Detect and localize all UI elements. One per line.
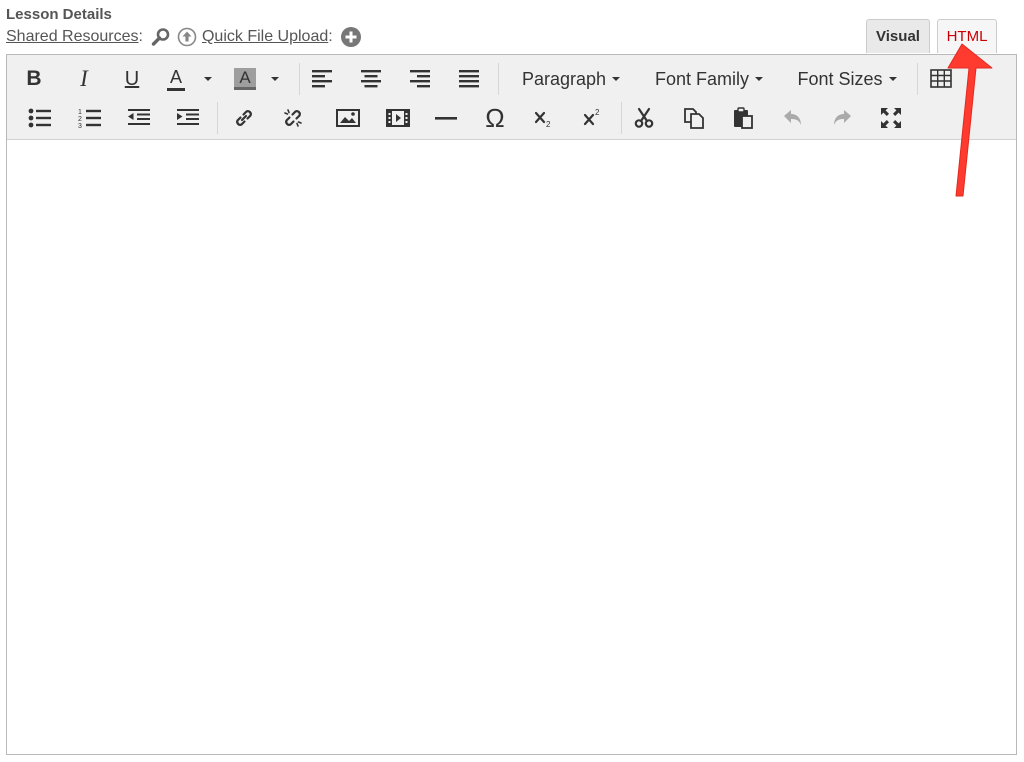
subscript-button[interactable]: 2 bbox=[529, 102, 559, 134]
fullscreen-icon bbox=[881, 108, 901, 128]
italic-button[interactable]: I bbox=[69, 63, 99, 95]
caret-down-icon bbox=[755, 77, 764, 81]
paragraph-dropdown[interactable]: Paragraph bbox=[512, 63, 630, 95]
numbered-list-icon: 1 2 3 bbox=[78, 109, 101, 128]
redo-icon bbox=[834, 110, 851, 125]
paste-icon bbox=[734, 107, 753, 129]
toolbar-separator bbox=[299, 63, 300, 95]
numbered-list-button[interactable]: 1 2 3 bbox=[75, 102, 105, 134]
align-left-button[interactable] bbox=[307, 63, 337, 95]
align-justify-button[interactable] bbox=[454, 63, 484, 95]
svg-text:1: 1 bbox=[78, 109, 82, 116]
video-icon bbox=[386, 109, 410, 127]
search-icon[interactable] bbox=[150, 26, 172, 48]
paste-button[interactable] bbox=[728, 102, 758, 134]
table-button[interactable] bbox=[927, 63, 955, 95]
table-icon bbox=[930, 69, 952, 88]
shared-resources-link[interactable]: Shared Resources bbox=[6, 28, 139, 46]
align-left-icon bbox=[312, 70, 332, 88]
undo-button[interactable] bbox=[778, 102, 808, 134]
caret-down-icon bbox=[612, 77, 621, 81]
svg-text:2: 2 bbox=[595, 108, 600, 117]
link-icon bbox=[236, 110, 252, 126]
bullet-list-button[interactable] bbox=[25, 102, 55, 134]
redo-button[interactable] bbox=[827, 102, 857, 134]
font-sizes-dropdown[interactable]: Font Sizes bbox=[785, 63, 909, 95]
font-family-dropdown[interactable]: Font Family bbox=[643, 63, 775, 95]
svg-text:2: 2 bbox=[78, 116, 82, 123]
toolbar-row-2: 1 2 3 Ω 2 2 bbox=[7, 98, 1016, 138]
text-color-button[interactable]: A bbox=[162, 63, 190, 95]
align-justify-icon bbox=[459, 70, 479, 88]
align-center-icon bbox=[361, 70, 381, 88]
subscript-icon: 2 bbox=[534, 111, 551, 129]
text-color-swatch bbox=[167, 87, 185, 91]
bullet-list-icon bbox=[28, 108, 51, 128]
section-title: Lesson Details bbox=[6, 6, 112, 23]
horizontal-rule-icon bbox=[435, 117, 457, 120]
scissors-icon bbox=[634, 107, 654, 128]
resource-links: Shared Resources : Quick File Upload : bbox=[6, 26, 366, 48]
tab-visual[interactable]: Visual bbox=[866, 19, 930, 53]
font-family-label: Font Family bbox=[654, 68, 750, 89]
text-color-letter: A bbox=[169, 66, 182, 87]
indent-icon bbox=[177, 109, 199, 125]
paragraph-label: Paragraph bbox=[521, 68, 607, 89]
special-character-button[interactable]: Ω bbox=[480, 102, 510, 134]
copy-button[interactable] bbox=[679, 102, 709, 134]
toolbar-separator bbox=[621, 102, 622, 134]
background-color-letter: A bbox=[234, 68, 256, 90]
text-color-dropdown[interactable] bbox=[200, 63, 216, 95]
quick-file-upload-link[interactable]: Quick File Upload bbox=[202, 28, 328, 46]
horizontal-rule-button[interactable] bbox=[431, 102, 461, 134]
insert-video-button[interactable] bbox=[383, 102, 413, 134]
insert-link-button[interactable] bbox=[229, 102, 259, 134]
insert-image-button[interactable] bbox=[333, 102, 363, 134]
toolbar-separator bbox=[498, 63, 499, 95]
editor-content-area[interactable] bbox=[7, 140, 1016, 754]
bold-button[interactable]: B bbox=[19, 63, 49, 95]
align-right-icon bbox=[410, 70, 430, 88]
toolbar-separator bbox=[217, 102, 218, 134]
caret-down-icon bbox=[204, 77, 212, 81]
upload-circle-icon[interactable] bbox=[176, 26, 198, 48]
image-icon bbox=[336, 109, 360, 127]
copy-icon bbox=[684, 108, 704, 129]
caret-down-icon bbox=[888, 77, 897, 81]
cut-button[interactable] bbox=[629, 102, 659, 134]
svg-text:3: 3 bbox=[78, 123, 82, 128]
underline-button[interactable]: U bbox=[117, 63, 147, 95]
tab-html[interactable]: HTML bbox=[937, 19, 997, 53]
editor-toolbar: B I U A A Paragraph Font Family Font Siz… bbox=[7, 55, 1016, 140]
add-circle-icon[interactable] bbox=[340, 26, 362, 48]
superscript-icon: 2 bbox=[583, 108, 600, 126]
align-center-button[interactable] bbox=[356, 63, 386, 95]
outdent-icon bbox=[128, 109, 150, 125]
font-sizes-label: Font Sizes bbox=[797, 68, 883, 89]
svg-text:2: 2 bbox=[546, 120, 551, 129]
rich-text-editor: B I U A A Paragraph Font Family Font Siz… bbox=[6, 54, 1017, 755]
indent-button[interactable] bbox=[173, 102, 203, 134]
caret-down-icon bbox=[271, 77, 279, 81]
toolbar-row-1: B I U A A Paragraph Font Family Font Siz… bbox=[7, 59, 1016, 99]
remove-link-button[interactable] bbox=[278, 102, 308, 134]
superscript-button[interactable]: 2 bbox=[578, 102, 608, 134]
colon-separator: : bbox=[138, 28, 143, 45]
toolbar-separator bbox=[917, 63, 918, 95]
align-right-button[interactable] bbox=[405, 63, 435, 95]
unlink-icon bbox=[284, 109, 302, 127]
undo-icon bbox=[784, 110, 801, 125]
background-color-dropdown[interactable] bbox=[267, 63, 283, 95]
fullscreen-button[interactable] bbox=[876, 102, 906, 134]
outdent-button[interactable] bbox=[124, 102, 154, 134]
colon-separator: : bbox=[328, 28, 333, 45]
background-color-button[interactable]: A bbox=[231, 63, 259, 95]
